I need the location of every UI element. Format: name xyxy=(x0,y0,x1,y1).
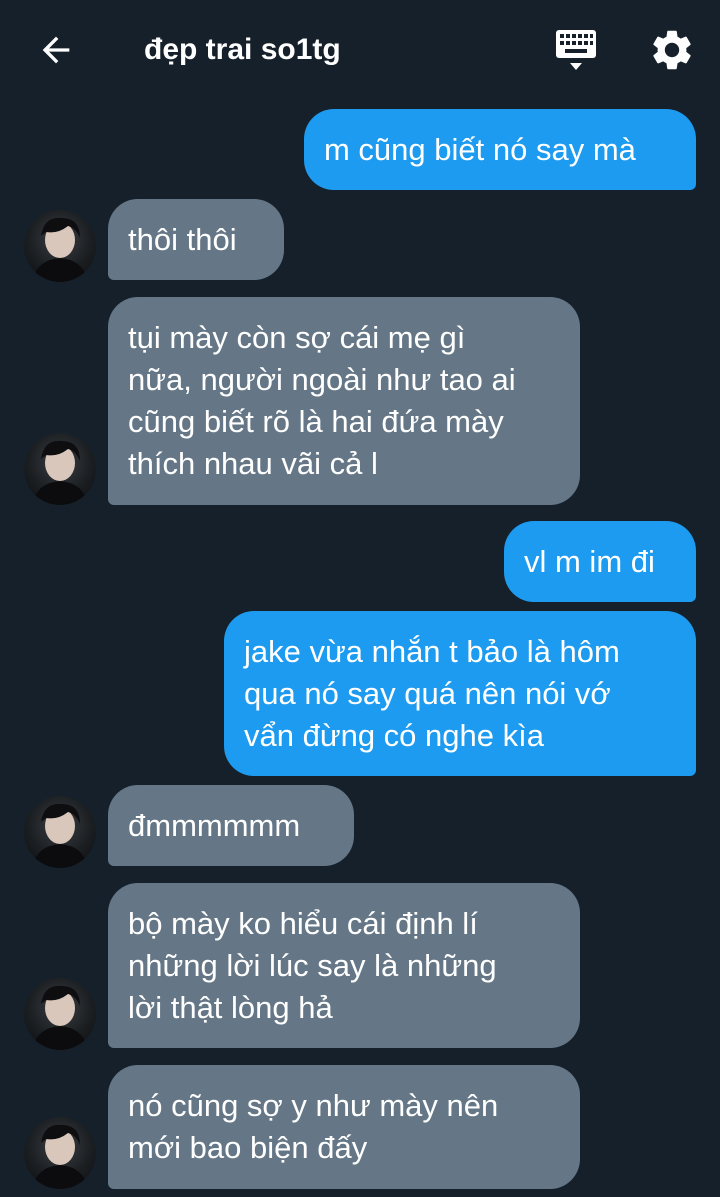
message-text: nó cũng sợ y như mày nên mới bao biện đấ… xyxy=(128,1088,499,1165)
message-bubble-outgoing[interactable]: jake vừa nhắn t bảo là hôm qua nó say qu… xyxy=(224,611,696,776)
profile-photo xyxy=(32,217,88,282)
avatar[interactable] xyxy=(24,433,96,505)
avatar[interactable] xyxy=(24,796,96,868)
back-button[interactable] xyxy=(30,28,82,72)
message-text: vl m im đi xyxy=(524,543,655,579)
message-bubble-outgoing[interactable]: vl m im đi xyxy=(504,521,696,602)
dm-screen: đẹp trai so1tg m cũng biết nó say mà thô… xyxy=(0,0,720,1197)
message-bubble-incoming[interactable]: nó cũng sợ y như mày nên mới bao biện đấ… xyxy=(108,1065,580,1189)
settings-button[interactable] xyxy=(648,26,696,74)
message-bubble-incoming[interactable]: bộ mày ko hiểu cái định lí những lời lúc… xyxy=(108,883,580,1048)
keyboard-icon xyxy=(556,30,596,70)
message-bubble-outgoing[interactable]: m cũng biết nó say mà xyxy=(304,109,696,190)
profile-photo xyxy=(32,1124,88,1189)
profile-photo xyxy=(32,803,88,868)
keyboard-button[interactable] xyxy=(551,26,601,76)
message-bubble-incoming[interactable]: thôi thôi xyxy=(108,199,284,280)
message-bubble-incoming[interactable]: đmmmmmm xyxy=(108,785,354,866)
conversation-header: đẹp trai so1tg xyxy=(0,0,720,100)
avatar[interactable] xyxy=(24,978,96,1050)
avatar[interactable] xyxy=(24,210,96,282)
message-text: jake vừa nhắn t bảo là hôm qua nó say qu… xyxy=(244,633,620,753)
message-text: tụi mày còn sợ cái mẹ gì nữa, người ngoà… xyxy=(128,320,516,481)
message-text: đmmmmmm xyxy=(128,807,301,843)
message-text: thôi thôi xyxy=(128,221,237,257)
message-text: bộ mày ko hiểu cái định lí những lời lúc… xyxy=(128,905,497,1025)
avatar[interactable] xyxy=(24,1117,96,1189)
message-text: m cũng biết nó say mà xyxy=(324,131,636,167)
arrow-back-icon xyxy=(42,36,70,64)
conversation-title: đẹp trai so1tg xyxy=(144,33,341,66)
profile-photo xyxy=(32,440,88,505)
gear-icon xyxy=(653,30,691,70)
profile-photo xyxy=(32,985,88,1050)
message-bubble-incoming[interactable]: tụi mày còn sợ cái mẹ gì nữa, người ngoà… xyxy=(108,297,580,505)
